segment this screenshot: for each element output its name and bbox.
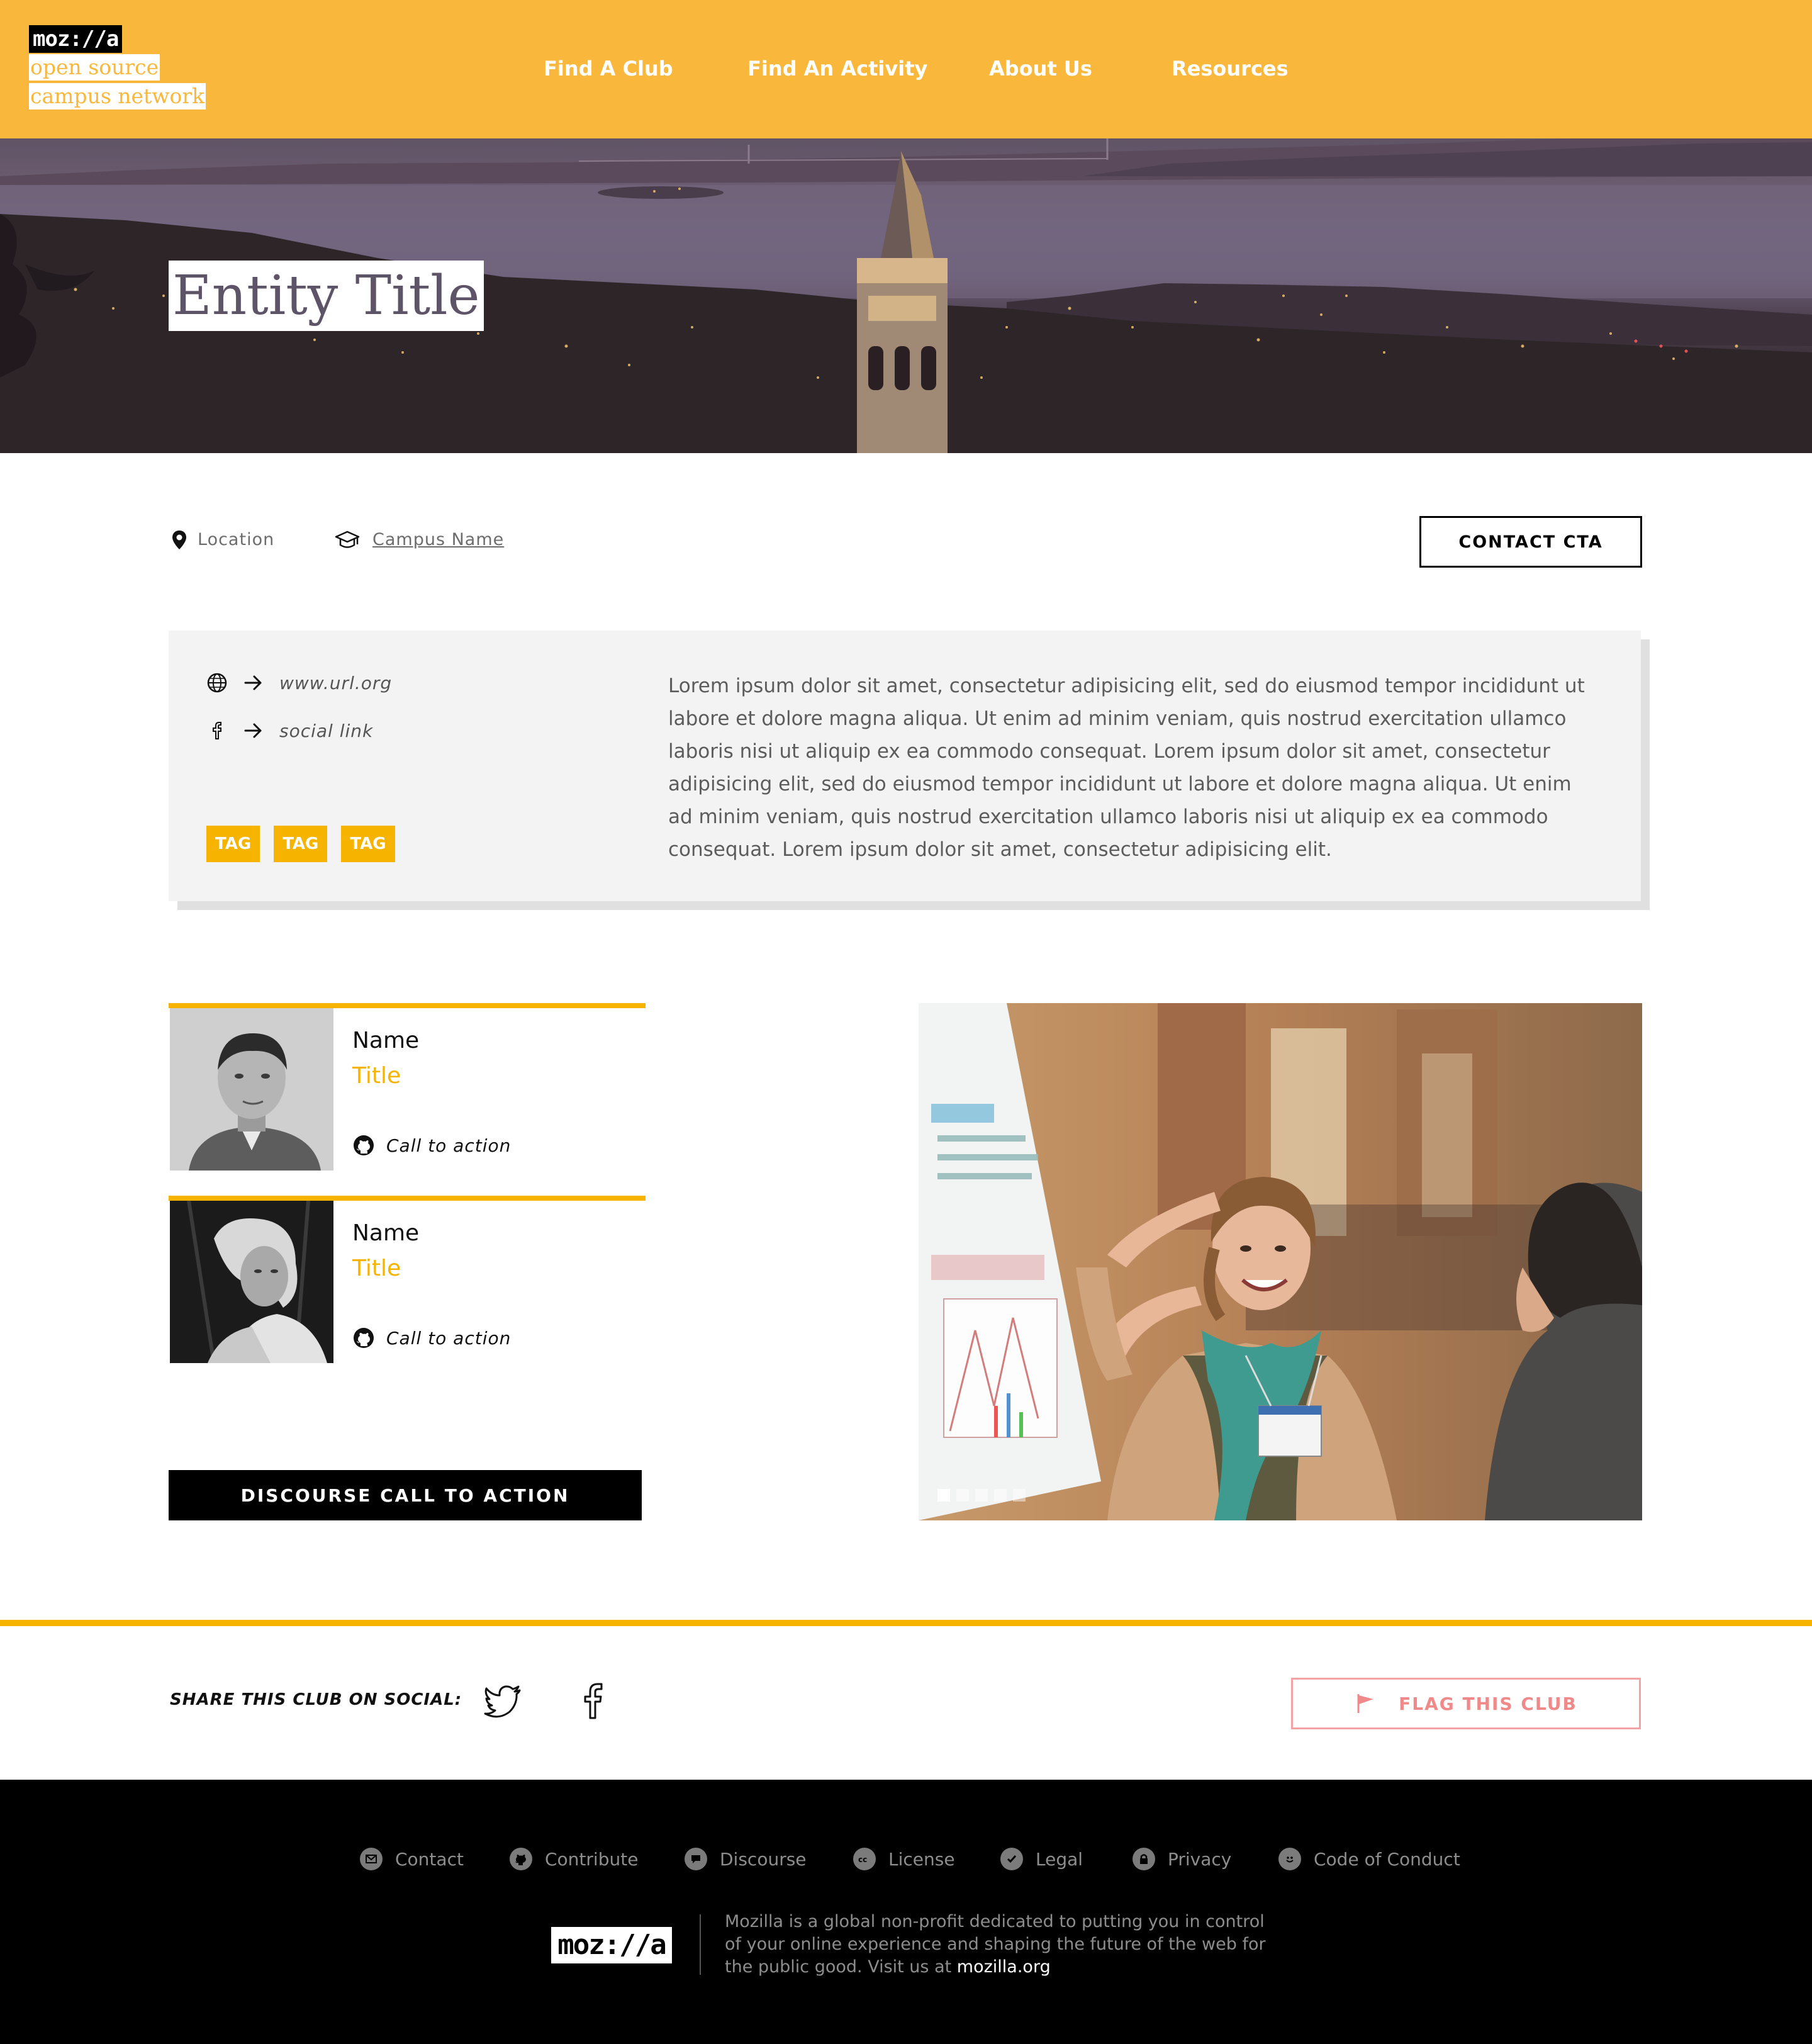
site-header: moz://a open source campus network Find …	[0, 0, 1812, 138]
facebook-icon[interactable]	[580, 1682, 607, 1721]
carousel-dot[interactable]	[975, 1489, 988, 1502]
footer-link-label: License	[888, 1848, 955, 1870]
nav-about-us[interactable]: About Us	[989, 53, 1092, 84]
chat-bubble-icon	[685, 1848, 707, 1870]
main-nav: Find A Club Find An Activity About Us Re…	[0, 53, 1812, 84]
footer-link-label: Code of Conduct	[1314, 1848, 1460, 1870]
checkmark-icon	[1000, 1848, 1023, 1870]
map-pin-icon	[172, 531, 186, 549]
person-cta-label: Call to action	[386, 1327, 512, 1349]
campus-name-link[interactable]: Campus Name	[372, 527, 504, 553]
footer-link-discourse[interactable]: Discourse	[685, 1848, 807, 1870]
tag[interactable]: TAG	[341, 826, 395, 862]
campus[interactable]: Campus Name	[335, 527, 504, 553]
person-cta-link[interactable]: Call to action	[352, 1327, 511, 1349]
flag-club-button[interactable]: FLAG THIS CLUB	[1291, 1678, 1641, 1729]
globe-icon	[207, 673, 227, 693]
site-footer: Contact Contribute Discourse cc License …	[0, 1780, 1812, 2044]
carousel-photo	[919, 1003, 1642, 1520]
mozilla-wordmark: moz://a	[29, 25, 123, 53]
svg-text:cc: cc	[858, 1855, 867, 1864]
carousel-dot[interactable]	[937, 1489, 950, 1502]
person-card: Name Title Call to action	[169, 1003, 646, 1171]
footer-link-label: Contact	[395, 1848, 464, 1870]
person-name: Name	[352, 1028, 420, 1053]
share-label: SHARE THIS CLUB ON SOCIAL:	[170, 1690, 462, 1709]
social-link-row[interactable]: social link	[206, 720, 373, 741]
social-link[interactable]: social link	[279, 721, 373, 741]
carousel-dot[interactable]	[956, 1489, 969, 1502]
twitter-icon[interactable]	[483, 1684, 523, 1719]
nav-find-an-activity[interactable]: Find An Activity	[747, 53, 927, 84]
flag-icon	[1357, 1694, 1374, 1713]
tag[interactable]: TAG	[206, 826, 260, 862]
arrow-right-icon	[244, 723, 262, 738]
entity-title: Entity Title	[172, 264, 480, 327]
person-title: Title	[352, 1063, 401, 1089]
person-cta-link[interactable]: Call to action	[352, 1134, 511, 1157]
person-title: Title	[352, 1255, 401, 1281]
location-label: Location	[198, 530, 275, 549]
website-link-row[interactable]: www.url.org	[206, 672, 392, 694]
envelope-icon	[360, 1848, 383, 1870]
footer-divider	[700, 1914, 701, 1975]
footer-link-legal[interactable]: Legal	[1000, 1848, 1083, 1870]
person-card: Name Title Call to action	[169, 1196, 646, 1363]
hero-banner: Entity Title	[0, 138, 1812, 453]
club-description: Lorem ipsum dolor sit amet, consectetur …	[668, 675, 1585, 861]
carousel-dot[interactable]	[1013, 1489, 1026, 1502]
carousel-dots	[937, 1489, 1032, 1502]
graduation-cap-icon	[335, 531, 360, 548]
nav-find-a-club[interactable]: Find A Club	[544, 53, 673, 84]
share-divider	[0, 1620, 1812, 1626]
footer-link-code-of-conduct[interactable]: Code of Conduct	[1278, 1848, 1460, 1870]
person-cta-label: Call to action	[386, 1135, 512, 1156]
facebook-icon	[213, 722, 221, 739]
github-icon	[354, 1328, 374, 1348]
contact-cta-button[interactable]: CONTACT CTA	[1419, 516, 1642, 568]
lock-icon	[1132, 1848, 1155, 1870]
footer-link-label: Discourse	[720, 1848, 807, 1870]
info-card: www.url.org social link TAG TAG TAG Lore…	[169, 631, 1641, 901]
carousel-dot[interactable]	[994, 1489, 1007, 1502]
nav-resources[interactable]: Resources	[1172, 53, 1289, 84]
footer-mozilla-logo[interactable]: moz://a	[551, 1927, 672, 1963]
footer-link-license[interactable]: cc License	[853, 1848, 955, 1870]
footer-link-privacy[interactable]: Privacy	[1132, 1848, 1231, 1870]
footer-link-contribute[interactable]: Contribute	[510, 1848, 638, 1870]
github-icon	[510, 1848, 532, 1870]
footer-about: Mozilla is a global non-profit dedicated…	[725, 1911, 1266, 1979]
creative-commons-icon: cc	[853, 1848, 876, 1870]
flag-club-label: FLAG THIS CLUB	[1399, 1693, 1577, 1714]
footer-link-label: Contribute	[545, 1848, 639, 1870]
footer-link-label: Privacy	[1168, 1848, 1232, 1870]
arrow-right-icon	[244, 675, 262, 690]
tag[interactable]: TAG	[274, 826, 328, 862]
github-icon	[354, 1135, 374, 1155]
location: Location	[171, 527, 274, 553]
footer-link-label: Legal	[1036, 1848, 1083, 1870]
smiley-icon	[1278, 1848, 1301, 1870]
website-link[interactable]: www.url.org	[279, 673, 392, 694]
person-name: Name	[352, 1220, 420, 1246]
footer-link-contact[interactable]: Contact	[360, 1848, 464, 1870]
person-photo	[170, 1008, 333, 1171]
tag-list: TAG TAG TAG	[206, 826, 409, 862]
entity-title-box: Entity Title	[169, 261, 484, 331]
photo-carousel[interactable]	[919, 1003, 1642, 1520]
discourse-cta-button[interactable]: DISCOURSE CALL TO ACTION	[169, 1470, 642, 1520]
logo-line-campus-network: campus network	[29, 83, 206, 110]
person-photo	[170, 1201, 333, 1363]
meta-row: Location Campus Name CONTACT CTA	[0, 516, 1812, 568]
mozilla-org-link[interactable]: mozilla.org	[957, 1957, 1051, 1977]
